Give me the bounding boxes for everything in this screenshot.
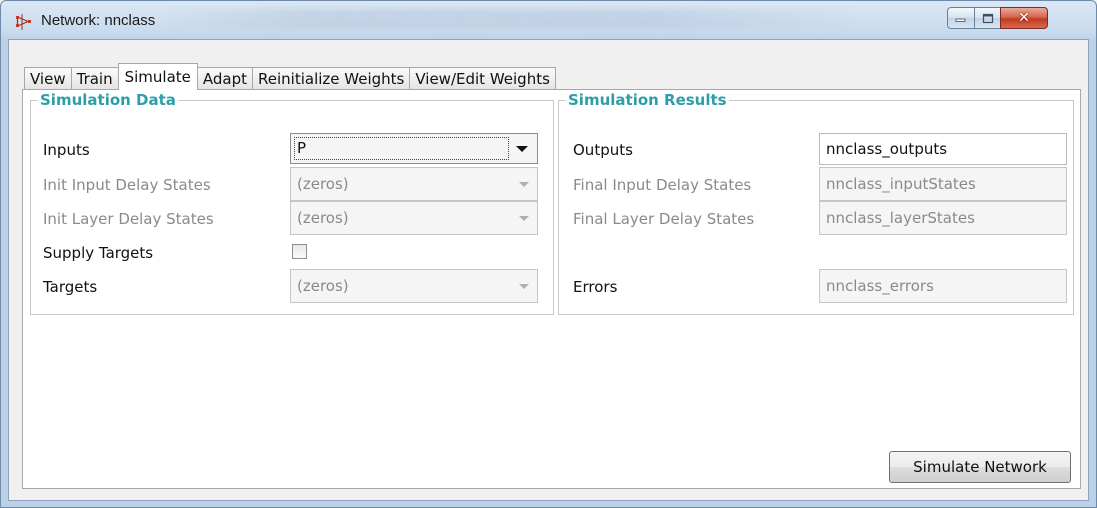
targets-value: (zeros) [297, 277, 349, 295]
init-layer-delay-value: (zeros) [297, 209, 349, 227]
init-input-delay-select: (zeros) [290, 167, 538, 201]
outputs-field[interactable]: nnclass_outputs [819, 133, 1067, 165]
window-content: View Train Simulate Adapt Reinitialize W… [8, 39, 1089, 501]
chevron-down-icon [519, 216, 529, 221]
errors-field: nnclass_errors [819, 269, 1067, 303]
close-button[interactable]: ✕ [1000, 7, 1048, 29]
tab-view[interactable]: View [24, 67, 72, 90]
simulation-results-group: Simulation Results Outputs nnclass_outpu… [558, 91, 1074, 315]
tab-train[interactable]: Train [70, 67, 119, 90]
targets-select: (zeros) [290, 269, 538, 303]
tab-view-edit-weights[interactable]: View/Edit Weights [409, 67, 556, 90]
tab-strip: View Train Simulate Adapt Reinitialize W… [24, 63, 556, 90]
supply-targets-label: Supply Targets [43, 244, 154, 262]
final-input-delay-field: nnclass_inputStates [819, 167, 1067, 201]
window-title: Network: nnclass [41, 12, 156, 29]
chevron-down-icon [516, 146, 528, 152]
chevron-down-icon [519, 182, 529, 187]
chevron-down-icon [519, 284, 529, 289]
inputs-select[interactable]: P [290, 133, 538, 164]
tab-simulate[interactable]: Simulate [117, 63, 198, 90]
simulation-results-title: Simulation Results [566, 91, 729, 109]
title-bar[interactable]: Network: nnclass ✕ [1, 1, 1096, 41]
outputs-label: Outputs [573, 141, 633, 159]
targets-label: Targets [43, 278, 98, 296]
maximize-button[interactable] [974, 7, 1001, 29]
app-window: Network: nnclass ✕ View Train Simulate A… [0, 0, 1097, 508]
supply-targets-checkbox[interactable] [292, 244, 307, 259]
minimize-icon [955, 18, 966, 22]
inputs-label: Inputs [43, 141, 90, 159]
simulation-data-title: Simulation Data [38, 91, 178, 109]
minimize-button[interactable] [947, 7, 975, 29]
simulate-network-button[interactable]: Simulate Network [889, 451, 1071, 483]
simulate-tab-panel: Simulation Data Inputs P Init Input Dela… [22, 89, 1081, 489]
tab-reinitialize-weights[interactable]: Reinitialize Weights [252, 67, 411, 90]
init-input-delay-value: (zeros) [297, 175, 349, 193]
init-input-delay-label: Init Input Delay States [43, 176, 211, 194]
errors-label: Errors [573, 278, 618, 296]
maximize-icon [982, 13, 993, 23]
title-bar-background-text [161, 9, 861, 29]
final-layer-delay-field: nnclass_layerStates [819, 201, 1067, 235]
inputs-value: P [297, 139, 307, 157]
simulation-data-group: Simulation Data Inputs P Init Input Dela… [30, 91, 554, 315]
final-input-delay-label: Final Input Delay States [573, 176, 752, 194]
close-icon: ✕ [1018, 10, 1030, 26]
final-layer-delay-label: Final Layer Delay States [573, 210, 755, 228]
init-layer-delay-select: (zeros) [290, 201, 538, 235]
init-layer-delay-label: Init Layer Delay States [43, 210, 214, 228]
network-app-icon [16, 14, 31, 30]
tab-adapt[interactable]: Adapt [196, 67, 254, 90]
